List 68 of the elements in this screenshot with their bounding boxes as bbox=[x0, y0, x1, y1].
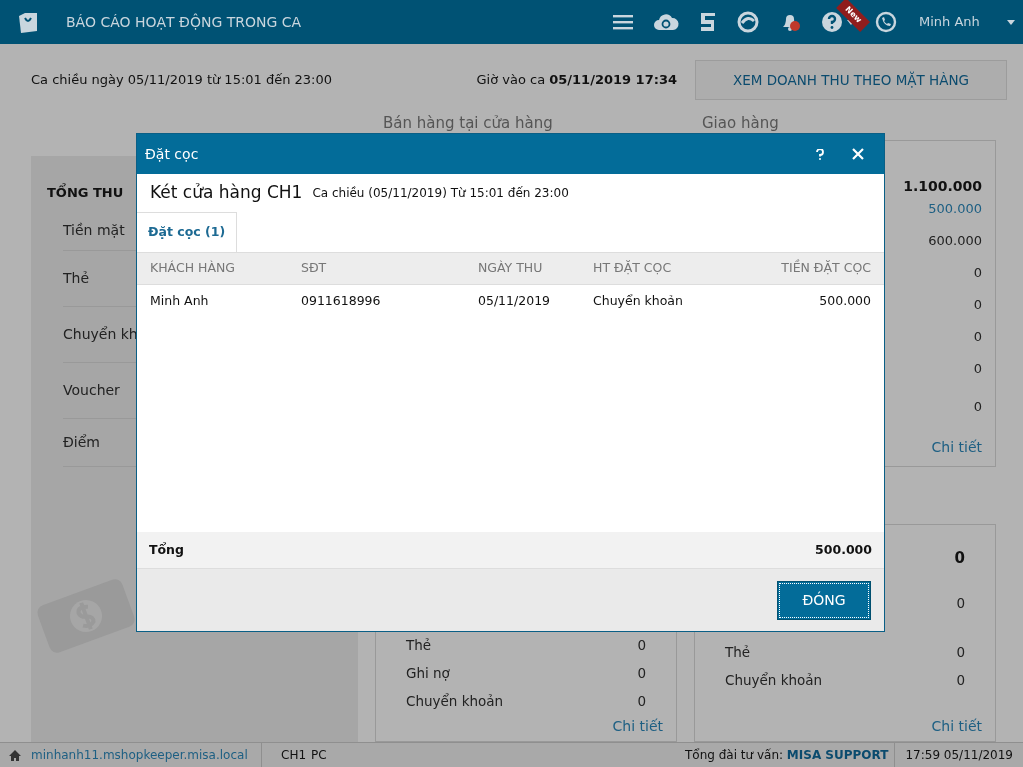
menu-icon[interactable] bbox=[613, 14, 633, 30]
table-cell-text: 500.000 bbox=[818, 291, 871, 310]
column-header: SĐT bbox=[301, 259, 328, 278]
total-value: 500.000 bbox=[815, 540, 872, 559]
detail-link[interactable]: Chi tiết bbox=[931, 437, 982, 458]
support-text: Tổng đài tư vấn: MISA SUPPORT bbox=[685, 747, 889, 764]
bag-icon bbox=[17, 10, 39, 34]
column-header: KHÁCH HÀNG bbox=[150, 259, 237, 278]
row-label: Voucher bbox=[63, 380, 120, 400]
cloud-sync-icon[interactable] bbox=[653, 13, 679, 31]
help-icon[interactable] bbox=[816, 148, 824, 160]
table-cell-text: Chuyển khoản bbox=[593, 291, 684, 310]
row-label: Thẻ bbox=[406, 635, 432, 655]
phone-icon[interactable] bbox=[875, 11, 897, 33]
row-label: Chuyển kh bbox=[63, 324, 138, 344]
row-label: Chuyển khoản bbox=[725, 671, 823, 691]
close-button[interactable]: ĐÓNG bbox=[777, 580, 871, 620]
host-link[interactable]: minhanh11.mshopkeeper.misa.local bbox=[31, 746, 261, 764]
amount-value: 0 bbox=[954, 548, 965, 569]
amount-value: 500.000 bbox=[928, 200, 982, 218]
row-label: Tiền mặt bbox=[63, 220, 125, 240]
column-header: NGÀY THU bbox=[478, 259, 544, 278]
table-cell-text: 0911618996 bbox=[301, 291, 382, 310]
section-heading: Bán hàng tại cửa hàng bbox=[383, 114, 553, 132]
amount-value: 0 bbox=[973, 328, 982, 346]
tab[interactable]: Đặt cọc (1) bbox=[137, 212, 238, 252]
amount-value: 0 bbox=[637, 663, 646, 683]
home-icon bbox=[9, 749, 21, 761]
amount-value: 0 bbox=[956, 643, 965, 663]
row-label: Thẻ bbox=[63, 268, 90, 288]
device-label: PC bbox=[311, 747, 327, 764]
close-icon[interactable] bbox=[852, 148, 864, 160]
amount-value: 0 bbox=[973, 360, 982, 378]
help-icon[interactable] bbox=[821, 11, 843, 33]
amount-value: 0 bbox=[637, 635, 646, 655]
swirl-icon[interactable] bbox=[737, 11, 759, 33]
detail-link[interactable]: Chi tiết bbox=[612, 716, 663, 737]
column-header: TIỀN ĐẶT CỌC bbox=[780, 259, 871, 278]
row-label: Chuyển khoản bbox=[406, 691, 504, 711]
panel-title: TỔNG THU bbox=[47, 183, 124, 202]
store-code: CH1 bbox=[261, 743, 311, 767]
amount-value: 0 bbox=[637, 691, 646, 711]
amount-value: 0 bbox=[956, 594, 965, 614]
shift-label: Ca chiều ngày 05/11/2019 từ 15:01 đến 23:00 bbox=[31, 71, 333, 90]
table-cell-text: 05/11/2019 bbox=[478, 291, 552, 310]
checkin-time: Giờ vào ca 05/11/2019 17:34 bbox=[476, 71, 677, 90]
dialog-title: Đặt cọc bbox=[145, 144, 199, 164]
amount-value: 0 bbox=[956, 671, 965, 691]
amount-value: 600.000 bbox=[928, 232, 982, 250]
table-cell-text: Minh Anh bbox=[150, 291, 210, 310]
detail-link[interactable]: Chi tiết bbox=[931, 716, 982, 737]
user-name[interactable]: Minh Anh bbox=[919, 12, 1007, 32]
row-label: Ghi nợ bbox=[406, 663, 450, 683]
amount-value: 1.100.000 bbox=[903, 177, 982, 195]
column-header: HT ĐẶT CỌC bbox=[593, 259, 673, 278]
app-title: BÁO CÁO HOẠT ĐỘNG TRONG CA bbox=[66, 12, 302, 32]
amount-value: 0 bbox=[973, 296, 982, 314]
revenue-button[interactable]: XEM DOANH THU THEO MẶT HÀNG bbox=[695, 60, 1007, 100]
dialog-subheading: Ca chiều (05/11/2019) Từ 15:01 đến 23:00 bbox=[312, 185, 569, 202]
row-label: Thẻ bbox=[725, 643, 751, 663]
row-label: Điểm bbox=[63, 432, 100, 452]
total-label: Tổng bbox=[149, 540, 184, 559]
document-icon[interactable] bbox=[699, 12, 717, 32]
section-heading: Giao hàng bbox=[702, 114, 779, 132]
amount-value: 0 bbox=[973, 398, 982, 416]
clock-text: 17:59 05/11/2019 bbox=[894, 743, 1023, 767]
amount-value: 0 bbox=[973, 264, 982, 282]
dialog-heading: Két cửa hàng CH1 bbox=[150, 181, 303, 205]
